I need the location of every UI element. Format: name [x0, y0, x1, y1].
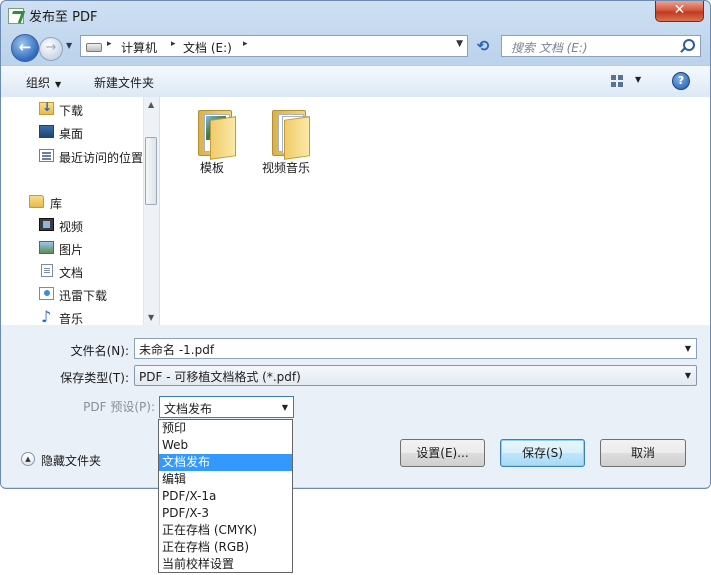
preset-dropdown-list: 预印 Web 文档发布 编辑 PDF/X-1a PDF/X-3 正在存档 (CM…: [158, 419, 293, 573]
nav-item-label: 库: [50, 197, 63, 211]
search-placeholder: 搜索 文档 (E:): [511, 41, 588, 55]
scroll-down-icon[interactable]: ▼: [148, 313, 154, 322]
nav-item-desktop[interactable]: 桌面: [1, 122, 143, 142]
chevron-down-icon: ▼: [55, 80, 62, 89]
library-icon: [29, 195, 44, 208]
preset-option[interactable]: 预印: [159, 420, 292, 437]
organize-button[interactable]: 组织 ▼: [26, 74, 61, 91]
documents-library-icon: [41, 264, 53, 277]
app-icon: [8, 8, 24, 24]
nav-item-recent-places[interactable]: 最近访问的位置: [1, 146, 143, 166]
address-dropdown-icon[interactable]: ▼: [456, 39, 463, 49]
chevron-down-icon: ▼: [281, 403, 288, 412]
breadcrumb-drive-e[interactable]: 文档 (E:): [183, 39, 232, 56]
nav-item-label: 图片: [59, 243, 84, 257]
organize-label: 组织: [26, 76, 51, 90]
nav-item-label: 迅雷下载: [59, 289, 108, 303]
breadcrumb-separator[interactable]: ▸: [107, 39, 112, 49]
file-name: 模板: [199, 161, 224, 175]
desktop-icon: [39, 125, 54, 138]
help-icon[interactable]: ?: [672, 72, 690, 90]
recent-places-icon: [39, 149, 54, 162]
preset-option[interactable]: PDF/X-1a: [159, 488, 292, 505]
scroll-thumb[interactable]: [145, 137, 157, 205]
save-dialog-window: 发布至 PDF ✕ ← → ▼ ▸ 计算机 ▸ 文档 (E:) ▸ ▼ ⟲ 搜索…: [0, 0, 711, 489]
filetype-label: 保存类型(T):: [60, 371, 129, 385]
title-bar: 发布至 PDF ✕: [1, 1, 710, 31]
preset-option[interactable]: 正在存档 (CMYK): [159, 522, 292, 539]
preset-option[interactable]: Web: [159, 437, 292, 454]
close-button[interactable]: ✕: [655, 1, 704, 22]
back-button[interactable]: ←: [11, 34, 39, 62]
download-folder-icon: [39, 100, 54, 115]
breadcrumb-separator[interactable]: ▸: [243, 39, 248, 49]
music-library-icon: ♪: [41, 307, 52, 326]
filename-field[interactable]: 未命名 -1.pdf ▼: [134, 338, 697, 359]
nav-item-downloads[interactable]: 下载: [1, 99, 143, 119]
nav-item-documents[interactable]: 文档: [1, 261, 143, 281]
drive-icon: [86, 43, 102, 52]
preset-option[interactable]: 正在存档 (RGB): [159, 539, 292, 556]
breadcrumb-separator[interactable]: ▸: [171, 39, 176, 49]
nav-item-label: 视频: [59, 220, 84, 234]
filename-label: 文件名(N):: [70, 344, 129, 358]
file-item-video-music[interactable]: 视频音乐: [251, 102, 321, 182]
command-bar: 组织 ▼ 新建文件夹 ▼ ?: [1, 65, 710, 98]
file-item-templates[interactable]: 模板: [177, 102, 247, 182]
filetype-select[interactable]: PDF - 可移植文档格式 (*.pdf) ▼: [134, 365, 697, 386]
view-dropdown-icon[interactable]: ▼: [635, 75, 641, 84]
new-folder-button[interactable]: 新建文件夹: [94, 74, 154, 91]
filename-value: 未命名 -1.pdf: [139, 343, 215, 357]
preset-option[interactable]: PDF/X-3: [159, 505, 292, 522]
hide-folders-label: 隐藏文件夹: [41, 454, 102, 468]
nav-item-music[interactable]: ♪ 音乐: [1, 307, 143, 327]
nav-scrollbar[interactable]: ▲ ▼: [143, 97, 159, 325]
save-button[interactable]: 保存(S): [500, 439, 585, 467]
breadcrumb-computer[interactable]: 计算机: [121, 39, 157, 56]
folder-icon: [272, 110, 310, 160]
nav-item-label: 最近访问的位置: [59, 151, 144, 165]
file-name: 视频音乐: [261, 161, 310, 175]
navigation-bar: ← → ▼ ▸ 计算机 ▸ 文档 (E:) ▸ ▼ ⟲ 搜索 文档 (E:): [1, 31, 710, 63]
window-title: 发布至 PDF: [29, 10, 98, 25]
preset-option[interactable]: 当前校样设置: [159, 556, 292, 573]
nav-item-pictures[interactable]: 图片: [1, 238, 143, 258]
refresh-icon[interactable]: ⟲: [472, 36, 494, 56]
folder-icon: [198, 110, 236, 160]
preset-select[interactable]: 文档发布 ▼: [159, 396, 294, 418]
forward-button[interactable]: →: [39, 37, 63, 61]
address-bar[interactable]: ▸ 计算机 ▸ 文档 (E:) ▸ ▼: [80, 35, 468, 57]
pictures-library-icon: [39, 241, 54, 254]
cancel-button[interactable]: 取消: [600, 439, 686, 467]
filetype-value: PDF - 可移植文档格式 (*.pdf): [139, 370, 301, 384]
nav-item-label: 桌面: [59, 127, 84, 141]
preset-option[interactable]: 编辑: [159, 471, 292, 488]
search-input[interactable]: 搜索 文档 (E:): [501, 35, 701, 57]
scroll-up-icon[interactable]: ▲: [148, 100, 154, 109]
nav-item-videos[interactable]: 视频: [1, 215, 143, 235]
nav-item-libraries[interactable]: 库: [1, 192, 143, 212]
search-icon: [683, 39, 695, 51]
chevron-down-icon[interactable]: ▼: [685, 344, 691, 353]
history-dropdown-icon[interactable]: ▼: [66, 41, 76, 53]
video-library-icon: [39, 218, 54, 231]
thunder-download-icon: [39, 287, 54, 300]
settings-button[interactable]: 设置(E)...: [400, 439, 485, 467]
chevron-down-icon: ▼: [684, 371, 691, 380]
view-options-icon[interactable]: [611, 75, 623, 87]
nav-item-label: 下载: [59, 104, 84, 118]
navigation-pane: 下载 桌面 最近访问的位置 库 视频 图片 文档 迅雷下载: [1, 97, 160, 327]
nav-item-thunder-download[interactable]: 迅雷下载: [1, 284, 143, 304]
chevron-up-icon: ▲: [21, 452, 35, 466]
preset-label: PDF 预设(P):: [83, 400, 155, 414]
preset-value: 文档发布: [164, 402, 213, 416]
file-list-area: 模板 视频音乐: [160, 97, 710, 325]
preset-option-selected[interactable]: 文档发布: [159, 454, 292, 471]
nav-item-label: 文档: [59, 266, 84, 280]
